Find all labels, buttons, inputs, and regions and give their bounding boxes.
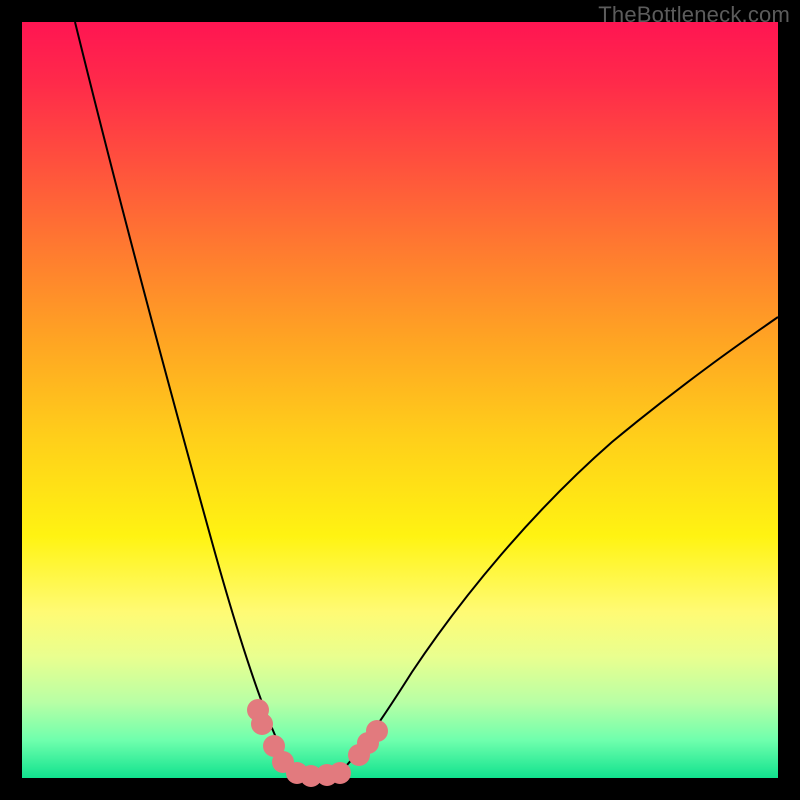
marker-dot — [251, 713, 273, 735]
marker-dot — [329, 762, 351, 784]
chart-svg — [22, 22, 778, 778]
marker-group — [247, 699, 388, 787]
right-curve — [338, 317, 778, 774]
marker-dot — [366, 720, 388, 742]
left-curve — [75, 22, 301, 774]
